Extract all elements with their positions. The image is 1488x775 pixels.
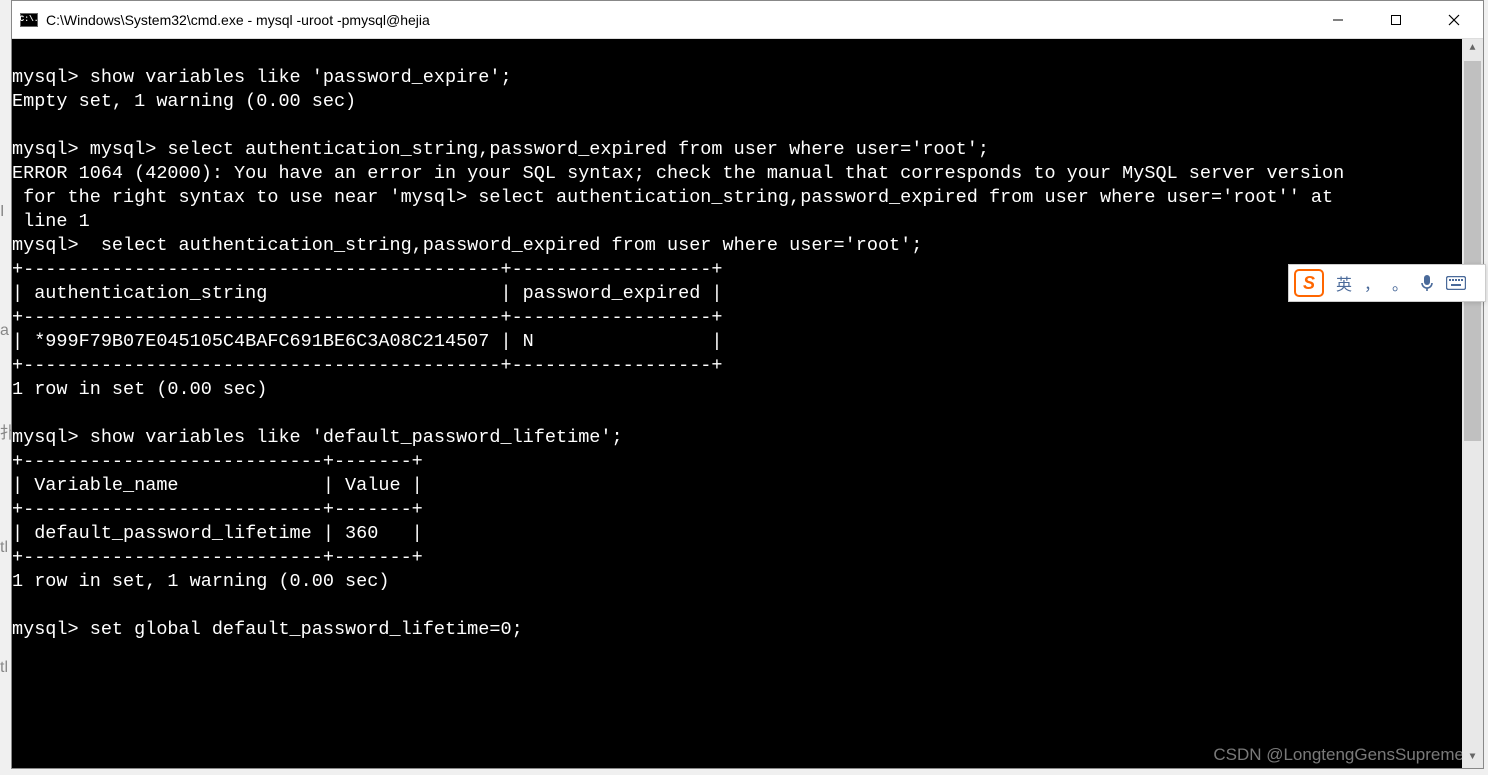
terminal-line: for the right syntax to use near 'mysql>… xyxy=(12,187,1333,208)
microphone-icon[interactable] xyxy=(1420,274,1434,292)
close-button[interactable] xyxy=(1425,1,1483,38)
terminal-line: mysql> show variables like 'default_pass… xyxy=(12,427,623,448)
background-text-fragment: tl xyxy=(0,539,8,557)
scrollbar-up-arrow-icon[interactable]: ▲ xyxy=(1462,39,1483,59)
cmd-icon: C:\. xyxy=(20,13,38,27)
terminal-line: +---------------------------+-------+ xyxy=(12,547,423,568)
terminal-line: +---------------------------------------… xyxy=(12,355,723,376)
terminal-line: mysql> set global default_password_lifet… xyxy=(12,619,523,640)
terminal-line: mysql> select authentication_string,pass… xyxy=(12,235,922,256)
terminal-line: ERROR 1064 (42000): You have an error in… xyxy=(12,163,1344,184)
terminal-line: +---------------------------+-------+ xyxy=(12,499,423,520)
terminal-line: +---------------------------------------… xyxy=(12,307,723,328)
terminal-line: +---------------------------------------… xyxy=(12,259,723,280)
terminal-output[interactable]: mysql> show variables like 'password_exp… xyxy=(12,39,1483,768)
sogou-ime-logo-icon[interactable]: S xyxy=(1294,269,1324,297)
ime-toolbar[interactable]: S 英 ， 。 xyxy=(1288,264,1486,302)
maximize-button[interactable] xyxy=(1367,1,1425,38)
terminal-line: mysql> show variables like 'password_exp… xyxy=(12,67,512,88)
background-text-fragment: a xyxy=(0,322,9,340)
ime-language-toggle[interactable]: 英 xyxy=(1336,271,1352,295)
window-titlebar[interactable]: C:\. C:\Windows\System32\cmd.exe - mysql… xyxy=(12,1,1483,39)
watermark-text: CSDN @LongtengGensSupreme xyxy=(1213,745,1464,765)
window-controls xyxy=(1309,1,1483,38)
terminal-line: | default_password_lifetime | 360 | xyxy=(12,523,423,544)
background-text-fragment: tl xyxy=(0,659,8,677)
terminal-line: 1 row in set (0.00 sec) xyxy=(12,379,267,400)
terminal-line: Empty set, 1 warning (0.00 sec) xyxy=(12,91,356,112)
terminal-line: +---------------------------+-------+ xyxy=(12,451,423,472)
terminal-line: line 1 xyxy=(12,211,90,232)
background-text-fragment: I xyxy=(0,203,4,221)
terminal-line: 1 row in set, 1 warning (0.00 sec) xyxy=(12,571,389,592)
terminal-line: | *999F79B07E045105C4BAFC691BE6C3A08C214… xyxy=(12,331,723,352)
cmd-window: C:\. C:\Windows\System32\cmd.exe - mysql… xyxy=(11,0,1484,769)
terminal-line: | Variable_name | Value | xyxy=(12,475,423,496)
terminal-line: | authentication_string | password_expir… xyxy=(12,283,723,304)
ime-punctuation-dot[interactable]: 。 xyxy=(1392,271,1408,295)
terminal-scrollbar[interactable]: ▲ ▼ xyxy=(1462,39,1483,768)
minimize-button[interactable] xyxy=(1309,1,1367,38)
scrollbar-down-arrow-icon[interactable]: ▼ xyxy=(1462,748,1483,768)
window-title: C:\Windows\System32\cmd.exe - mysql -uro… xyxy=(46,12,1309,28)
keyboard-icon[interactable] xyxy=(1446,276,1466,290)
terminal-line: mysql> mysql> select authentication_stri… xyxy=(12,139,989,160)
ime-punctuation-comma[interactable]: ， xyxy=(1364,271,1380,295)
scrollbar-thumb[interactable] xyxy=(1464,61,1481,441)
